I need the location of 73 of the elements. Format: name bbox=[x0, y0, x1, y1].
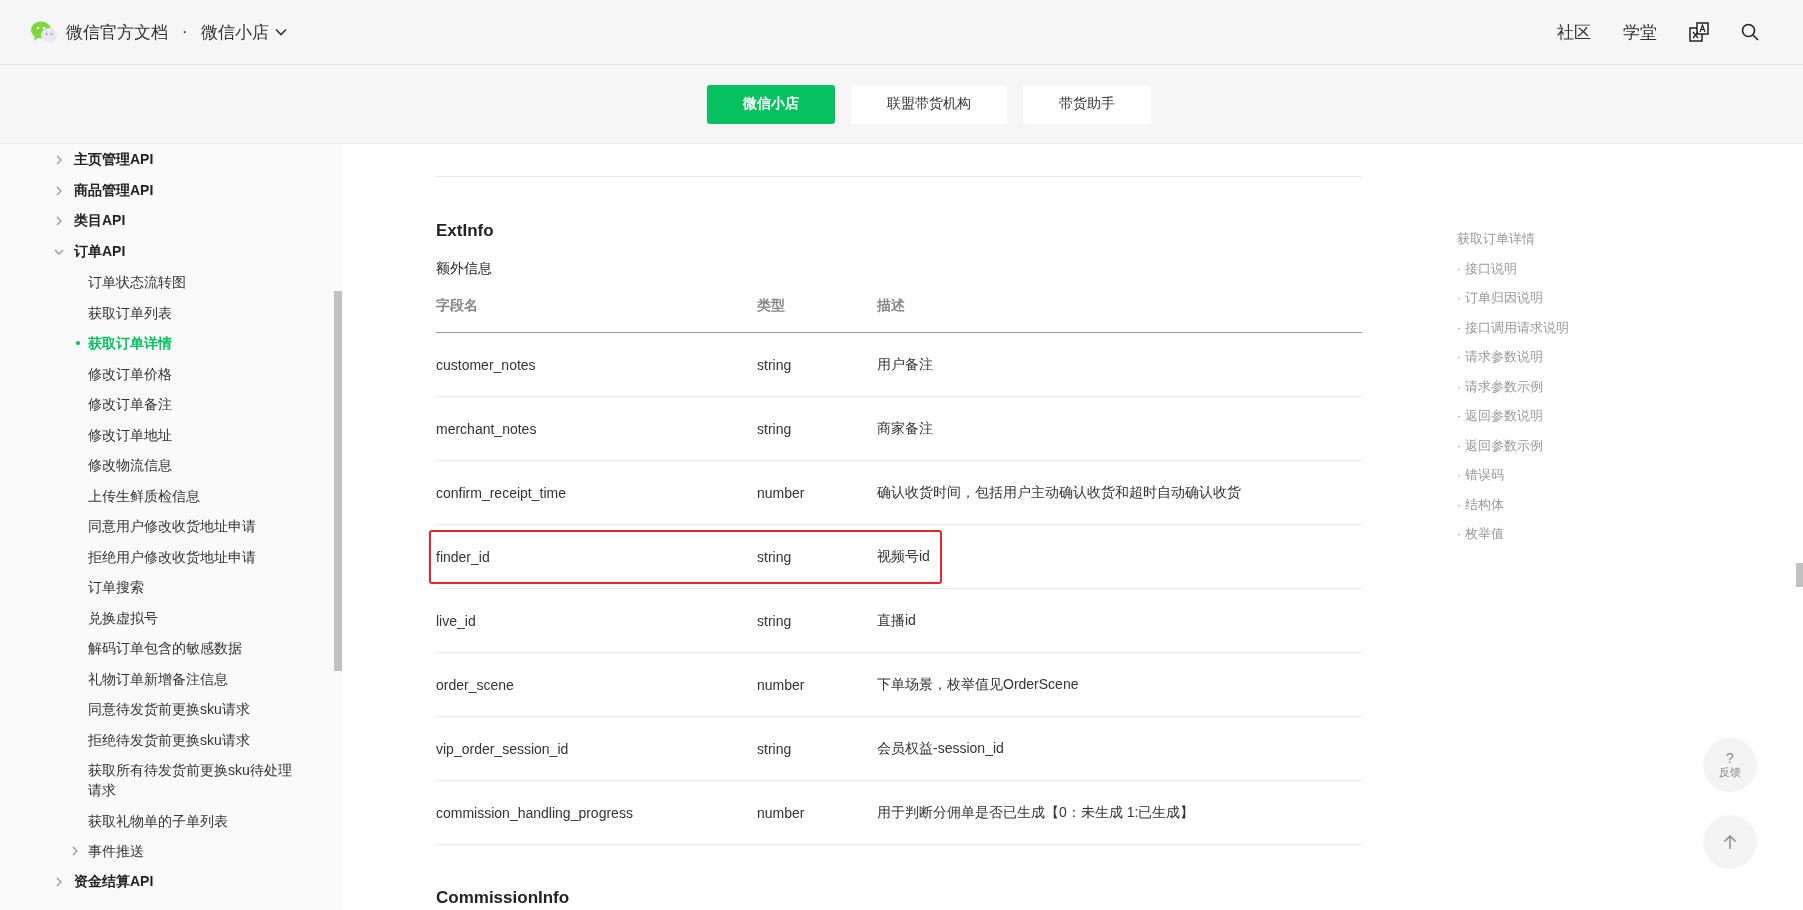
table-cell-text: 会员权益-session_id bbox=[877, 739, 1005, 758]
table-cell-text: 商家备注 bbox=[877, 419, 934, 438]
scrollbar-thumb[interactable] bbox=[1796, 563, 1803, 587]
section-heading: ExtInfo bbox=[436, 221, 495, 242]
chevron-right-icon[interactable] bbox=[54, 155, 64, 166]
sidebar-item[interactable]: 获取所有待发货前更换sku待处理请求 bbox=[74, 760, 294, 800]
sidebar-item[interactable]: 订单API bbox=[74, 242, 126, 261]
sidebar-item[interactable]: 礼物订单新增备注信息 bbox=[74, 668, 294, 689]
chevron-down-icon bbox=[275, 28, 288, 36]
nav-link[interactable]: 社区 bbox=[1557, 20, 1591, 44]
table-cell-text: string bbox=[757, 548, 793, 565]
nav-link[interactable]: 学堂 bbox=[1623, 20, 1657, 44]
sidebar-item[interactable]: 解码订单包含的敏感数据 bbox=[74, 638, 294, 658]
table-cell-text: string bbox=[757, 612, 793, 629]
chevron-right-icon[interactable] bbox=[54, 185, 64, 196]
separator-dot: · bbox=[182, 23, 188, 41]
sidebar-item[interactable]: 获取礼物单的子单列表 bbox=[74, 810, 294, 831]
tab[interactable]: 带货助手 bbox=[1022, 84, 1151, 124]
sidebar-item[interactable]: 修改订单价格 bbox=[74, 363, 294, 384]
sidebar-item[interactable]: 修改订单地址 bbox=[74, 424, 294, 445]
column-header: 字段名 bbox=[436, 297, 479, 315]
sidebar-item[interactable]: 修改订单备注 bbox=[74, 394, 294, 414]
translate-icon[interactable] bbox=[1689, 22, 1709, 42]
sidebar-item[interactable]: 兑换虚拟号 bbox=[74, 607, 294, 628]
sidebar-item[interactable]: 事件推送 bbox=[74, 841, 294, 861]
table-cell-text: merchant_notes bbox=[436, 420, 538, 437]
chevron-right-icon[interactable] bbox=[54, 216, 64, 227]
tab[interactable]: 联盟带货机构 bbox=[850, 84, 1007, 124]
table-cell-text: order_scene bbox=[436, 676, 515, 693]
column-header: 类型 bbox=[757, 297, 786, 315]
table-cell-text: 用户备注 bbox=[877, 355, 934, 374]
table-cell-text: number bbox=[757, 484, 806, 501]
table-cell-text: finder_id bbox=[436, 548, 491, 565]
sidebar-item[interactable]: 同意用户修改收货地址申请 bbox=[74, 516, 294, 536]
sidebar-item[interactable]: 主页管理API bbox=[74, 151, 154, 170]
table-cell-text: commission_handling_progress bbox=[436, 804, 634, 821]
chevron-right-icon[interactable] bbox=[54, 876, 64, 887]
active-dot-icon bbox=[76, 341, 80, 345]
section-description: 额外信息 bbox=[436, 260, 493, 278]
table-cell-text: string bbox=[757, 420, 793, 437]
scrollbar-thumb[interactable] bbox=[334, 291, 342, 671]
section-heading: CommissionInfo bbox=[436, 888, 571, 909]
sidebar-item[interactable]: 订单搜索 bbox=[74, 577, 294, 597]
chevron-right-icon[interactable] bbox=[70, 846, 80, 856]
table-cell-text: number bbox=[757, 676, 806, 693]
sidebar-item[interactable]: 类目API bbox=[74, 212, 126, 231]
sidebar-item[interactable]: 拒绝用户修改收货地址申请 bbox=[74, 546, 294, 567]
search-icon[interactable] bbox=[1741, 23, 1759, 41]
table-cell-text: 确认收货时间，包括用户主动确认收货和超时自动确认收货 bbox=[877, 483, 1242, 502]
sidebar-item[interactable]: 获取订单列表 bbox=[74, 302, 294, 323]
sidebar-item[interactable]: 同意待发货前更换sku请求 bbox=[74, 699, 294, 719]
table-cell-text: vip_order_session_id bbox=[436, 740, 570, 757]
table-cell-text: live_id bbox=[436, 612, 477, 629]
site-title[interactable]: 微信官方文档 bbox=[66, 20, 168, 44]
sidebar-item[interactable]: 订单状态流转图 bbox=[74, 272, 294, 292]
table-cell-text: 直播id bbox=[877, 611, 917, 630]
table-cell-text: confirm_receipt_time bbox=[436, 484, 567, 501]
sidebar-item[interactable]: 拒绝待发货前更换sku请求 bbox=[74, 729, 294, 750]
table-cell-text: 用于判断分佣单是否已生成【0：未生成 1:已生成】 bbox=[877, 803, 1196, 822]
table-cell-text: 下单场景，枚举值见OrderScene bbox=[877, 675, 1080, 694]
table-cell-text: 视频号id bbox=[877, 547, 931, 566]
sidebar-item[interactable]: 上传生鲜质检信息 bbox=[74, 485, 294, 506]
table-cell-text: customer_notes bbox=[436, 356, 537, 373]
sidebar-item[interactable]: 修改物流信息 bbox=[74, 455, 294, 475]
table-cell-text: string bbox=[757, 356, 793, 373]
table-cell-text: string bbox=[757, 740, 793, 757]
chat-bubbles-icon[interactable] bbox=[30, 20, 58, 44]
sidebar-item[interactable]: 商品管理API bbox=[74, 181, 154, 200]
product-dropdown[interactable]: 微信小店 bbox=[201, 20, 288, 44]
table-cell-text: number bbox=[757, 804, 806, 821]
column-header: 描述 bbox=[877, 297, 906, 315]
arrow-up-icon bbox=[1723, 834, 1737, 850]
sidebar-item[interactable]: 资金结算API bbox=[74, 872, 154, 891]
